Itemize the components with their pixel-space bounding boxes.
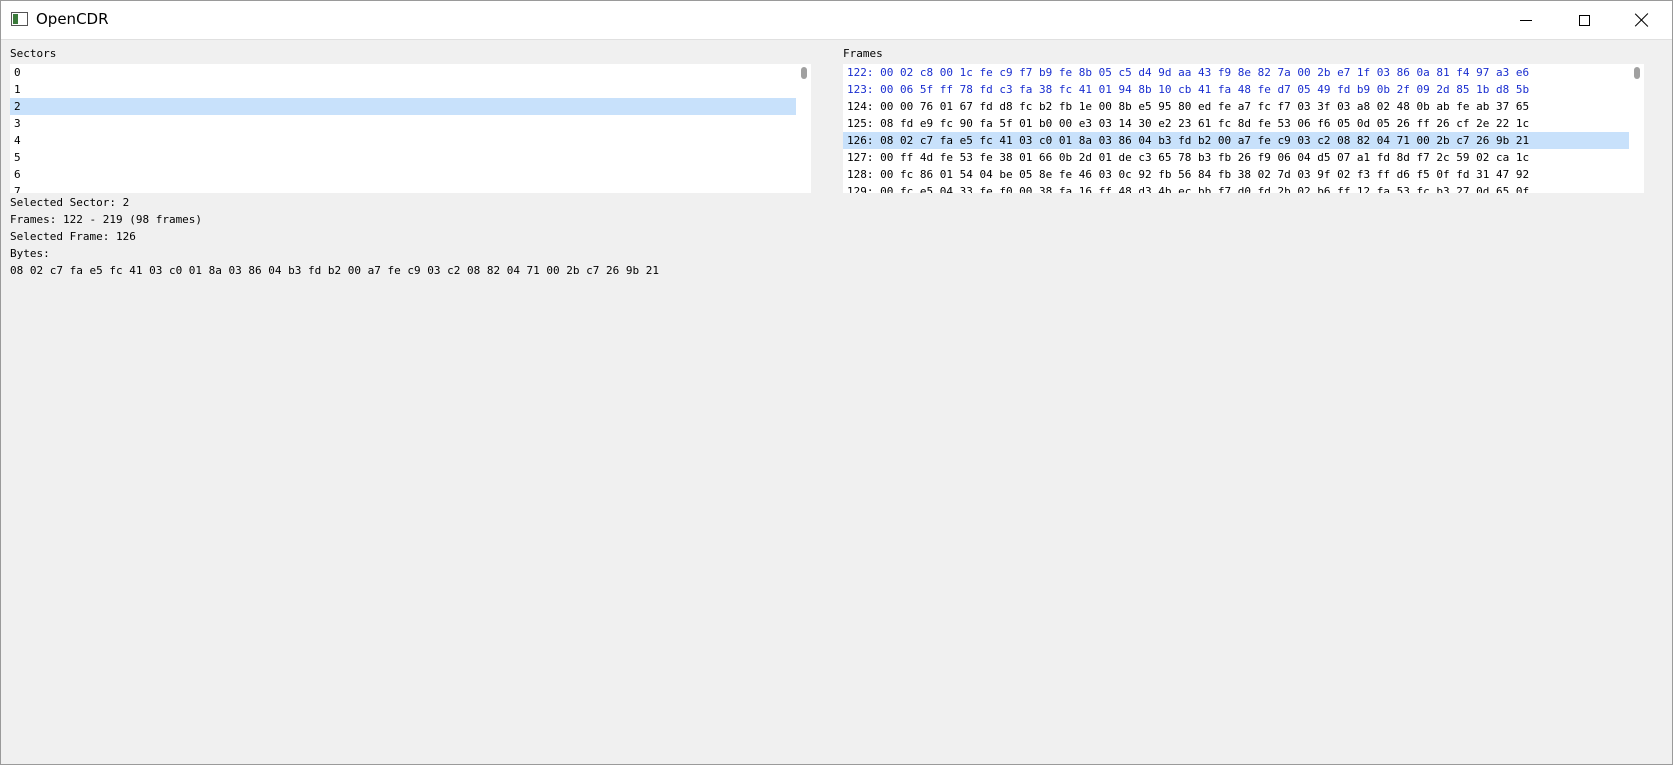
- sector-item[interactable]: 7: [10, 183, 796, 193]
- selected-frame-text: Selected Frame: 126: [10, 230, 136, 243]
- sector-item[interactable]: 3: [10, 115, 796, 132]
- sector-item[interactable]: 0: [10, 64, 796, 81]
- frame-row[interactable]: 126: 08 02 c7 fa e5 fc 41 03 c0 01 8a 03…: [843, 132, 1629, 149]
- sectors-list[interactable]: 01234567: [10, 64, 811, 193]
- frame-row[interactable]: 125: 08 fd e9 fc 90 fa 5f 01 b0 00 e3 03…: [843, 115, 1629, 132]
- sector-item[interactable]: 2: [10, 98, 796, 115]
- sector-item[interactable]: 1: [10, 81, 796, 98]
- frames-list[interactable]: 122: 00 02 c8 00 1c fe c9 f7 b9 fe 8b 05…: [843, 64, 1644, 193]
- frame-row[interactable]: 122: 00 02 c8 00 1c fe c9 f7 b9 fe 8b 05…: [843, 64, 1629, 81]
- frame-row[interactable]: 127: 00 ff 4d fe 53 fe 38 01 66 0b 2d 01…: [843, 149, 1629, 166]
- close-button[interactable]: [1613, 1, 1671, 39]
- sectors-rows: 01234567: [10, 64, 796, 193]
- frame-row[interactable]: 128: 00 fc 86 01 54 04 be 05 8e fe 46 03…: [843, 166, 1629, 183]
- maximize-button[interactable]: [1555, 1, 1613, 39]
- frame-row[interactable]: 129: 00 fc e5 04 33 fe f0 00 38 fa 16 ff…: [843, 183, 1629, 193]
- sector-item[interactable]: 5: [10, 149, 796, 166]
- sectors-label: Sectors: [10, 47, 57, 60]
- main-window: OpenCDR Sectors 01234567 Frames 122: 00 …: [0, 0, 1673, 765]
- frames-rows: 122: 00 02 c8 00 1c fe c9 f7 b9 fe 8b 05…: [843, 64, 1629, 193]
- sector-item[interactable]: 6: [10, 166, 796, 183]
- bytes-value: 08 02 c7 fa e5 fc 41 03 c0 01 8a 03 86 0…: [10, 264, 660, 277]
- minimize-icon: [1520, 19, 1532, 21]
- sector-item[interactable]: 4: [10, 132, 796, 149]
- sectors-scrollbar[interactable]: [796, 64, 811, 193]
- frames-label: Frames: [843, 47, 883, 60]
- frames-scroll-thumb[interactable]: [1634, 67, 1640, 79]
- frame-row[interactable]: 124: 00 00 76 01 67 fd d8 fc b2 fb 1e 00…: [843, 98, 1629, 115]
- frames-range-text: Frames: 122 - 219 (98 frames): [10, 213, 203, 226]
- selected-sector-text: Selected Sector: 2: [10, 196, 130, 209]
- maximize-icon: [1578, 14, 1590, 26]
- frame-row[interactable]: 123: 00 06 5f ff 78 fd c3 fa 38 fc 41 01…: [843, 81, 1629, 98]
- app-icon: [11, 12, 28, 26]
- title-bar[interactable]: OpenCDR: [1, 1, 1672, 40]
- minimize-button[interactable]: [1497, 1, 1555, 39]
- bytes-label: Bytes:: [10, 247, 50, 260]
- close-icon: [1635, 13, 1649, 27]
- frames-scrollbar[interactable]: [1629, 64, 1644, 193]
- window-title: OpenCDR: [36, 10, 109, 28]
- sectors-scroll-thumb[interactable]: [801, 67, 807, 79]
